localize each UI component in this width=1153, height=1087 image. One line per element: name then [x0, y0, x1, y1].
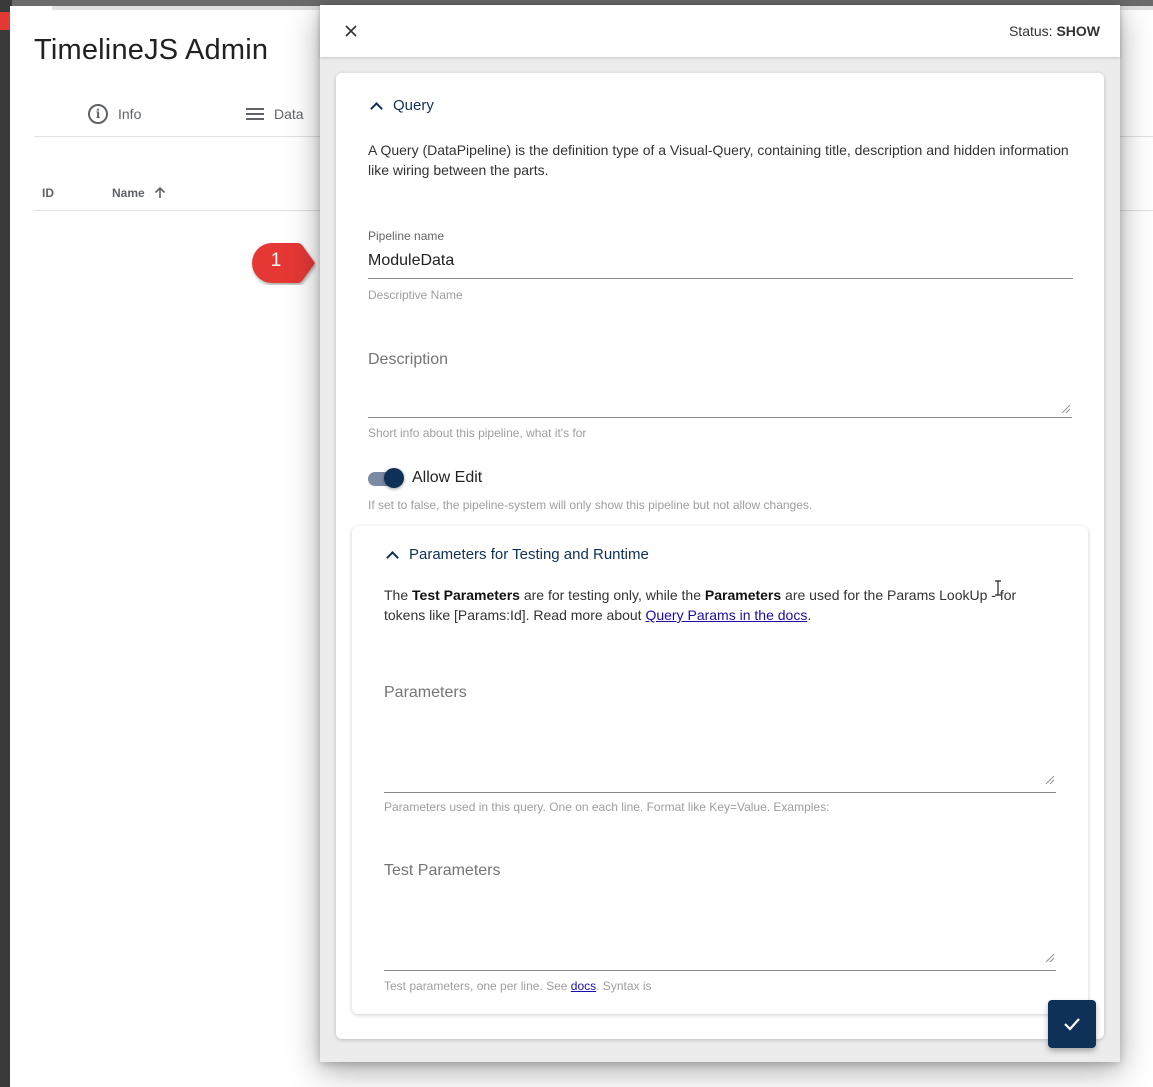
parameters-field[interactable]: Parameters [384, 676, 1056, 784]
parameters-section-toggle[interactable]: Parameters for Testing and Runtime [386, 546, 649, 564]
column-header-name[interactable]: Name [112, 186, 167, 200]
query-section-title: Query [393, 97, 434, 114]
description-underline [368, 417, 1072, 418]
params-bold-params: Parameters [704, 587, 782, 603]
parameters-hint: Parameters used in this query. One on ea… [384, 800, 830, 814]
params-text-1: The [384, 587, 413, 603]
parameters-section-title: Parameters for Testing and Runtime [409, 546, 649, 563]
params-text-2: are for testing only, while the [519, 587, 705, 603]
description-field[interactable]: Description [368, 343, 1072, 419]
callout-number: 1 [270, 250, 282, 271]
chevron-up-icon [370, 101, 383, 115]
pipeline-name-underline [368, 278, 1073, 279]
resize-handle[interactable] [1062, 405, 1070, 413]
test-parameters-field[interactable]: Test Parameters [384, 854, 1056, 962]
app-badge [0, 12, 10, 30]
params-text-4: . [807, 607, 812, 623]
status-prefix: Status: [1008, 23, 1057, 39]
status-value: SHOW [1056, 23, 1100, 39]
test-params-hint-prefix: Test parameters, one per line. See [384, 979, 571, 993]
menu-icon [246, 108, 264, 120]
test-parameters-underline [384, 970, 1056, 971]
status-indicator: Status: SHOW [1009, 23, 1100, 39]
parameters-underline [384, 792, 1056, 793]
tab-info-label: Info [118, 106, 142, 122]
column-name-label: Name [112, 186, 145, 200]
resize-handle[interactable] [1046, 954, 1054, 962]
chevron-up-icon [386, 550, 399, 564]
allow-edit-hint: If set to false, the pipeline-system wil… [368, 498, 813, 512]
query-section-toggle[interactable]: Query [370, 97, 434, 115]
params-bold-test: Test Parameters [412, 587, 520, 603]
tab-data[interactable]: Data [246, 102, 304, 126]
test-parameters-label: Test Parameters [384, 862, 501, 879]
info-icon: i [88, 104, 108, 124]
close-button[interactable] [340, 20, 362, 42]
query-params-docs-link[interactable]: Query Params in the docs [645, 607, 807, 623]
test-params-hint-suffix: . Syntax is [596, 979, 652, 993]
description-hint: Short info about this pipeline, what it'… [368, 426, 587, 440]
docs-link[interactable]: docs [571, 979, 596, 993]
allow-edit-toggle[interactable] [368, 468, 404, 488]
tab-data-label: Data [274, 106, 304, 122]
parameters-label: Parameters [384, 684, 467, 701]
pipeline-name-input[interactable]: ModuleData [368, 252, 454, 270]
arrow-up-icon [154, 186, 165, 198]
parameters-card: Parameters for Testing and Runtime The T… [352, 526, 1088, 1014]
parameters-description: The Test Parameters are for testing only… [384, 585, 1060, 625]
callout-marker: 1 [250, 241, 316, 285]
resize-handle[interactable] [1046, 776, 1054, 784]
tab-info[interactable]: i Info [88, 102, 141, 126]
text-cursor-icon [995, 580, 1001, 596]
page-title: TimelineJS Admin [34, 34, 269, 66]
check-icon [1064, 1018, 1080, 1031]
dialog-header: Status: SHOW [320, 5, 1120, 57]
allow-edit-label: Allow Edit [412, 469, 483, 486]
query-card: Query A Query (DataPipeline) is the defi… [336, 73, 1104, 1039]
description-label: Description [368, 351, 449, 368]
save-button[interactable] [1048, 1000, 1096, 1048]
edit-query-dialog: Status: SHOW Query A Query (DataPipeline… [320, 5, 1120, 1062]
column-header-id[interactable]: ID [42, 186, 54, 200]
close-icon [345, 25, 357, 37]
column-id-label: ID [42, 186, 54, 200]
test-parameters-hint: Test parameters, one per line. See docs.… [384, 979, 652, 993]
pipeline-name-label: Pipeline name [368, 229, 445, 243]
toggle-thumb [384, 468, 404, 488]
pipeline-name-hint: Descriptive Name [368, 288, 463, 302]
query-description: A Query (DataPipeline) is the definition… [368, 142, 1069, 178]
